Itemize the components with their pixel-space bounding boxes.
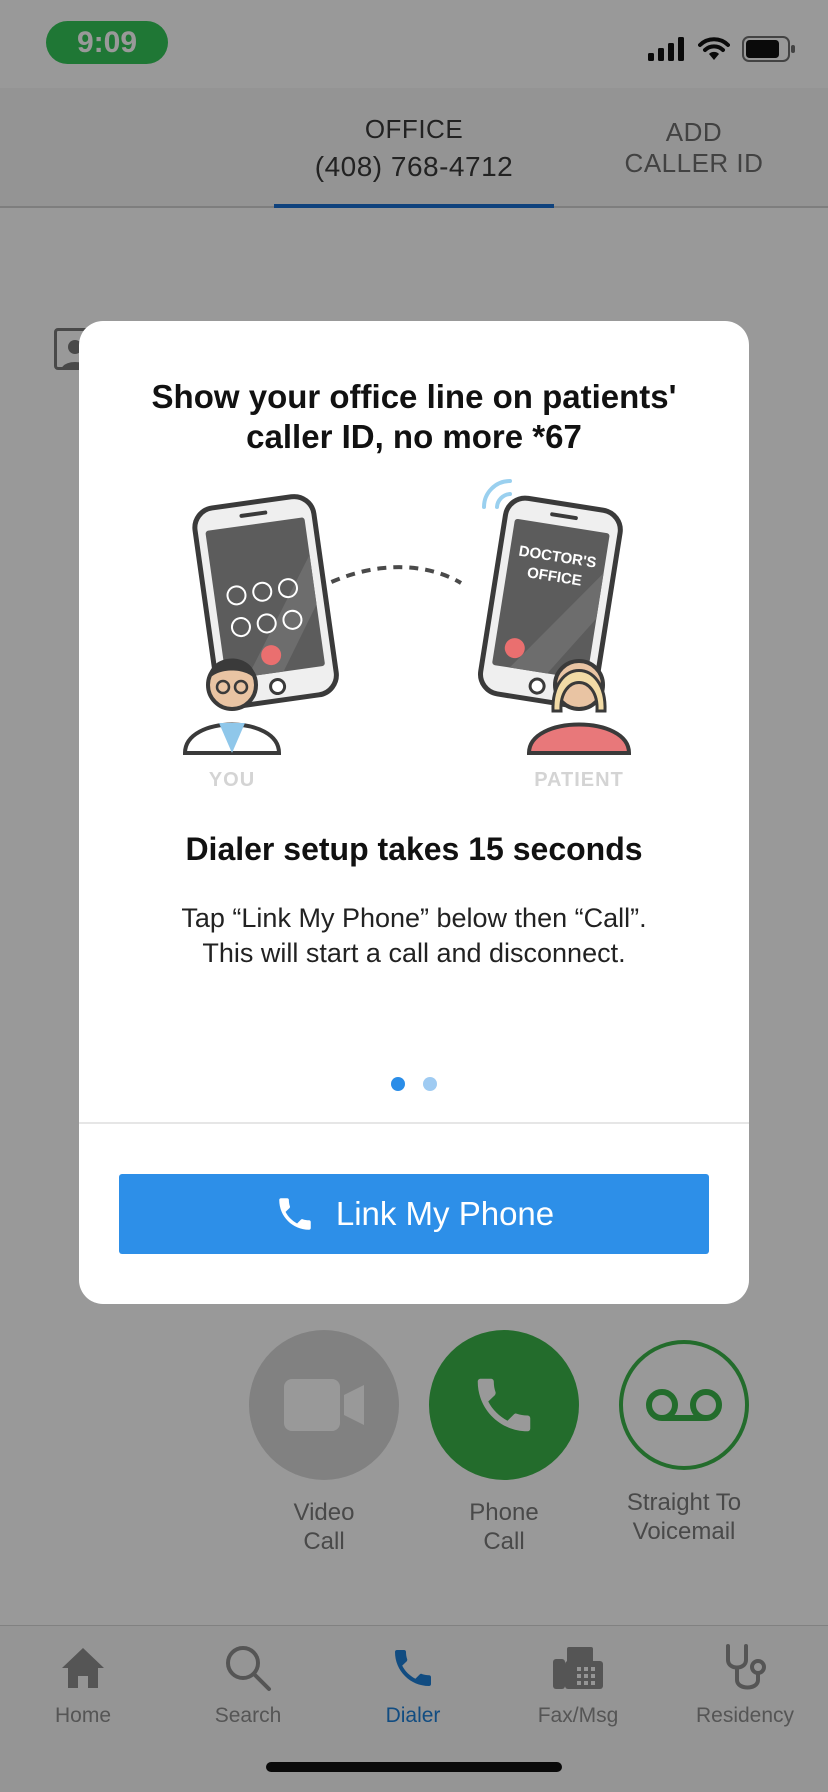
phone-icon <box>279 1198 311 1230</box>
modal-title-line-2: caller ID, no more *67 <box>246 418 582 455</box>
page-dot-2[interactable] <box>423 1077 437 1091</box>
link-phone-modal: Show your office line on patients' calle… <box>79 321 749 1304</box>
page-dot-1[interactable] <box>391 1077 405 1091</box>
patient-label: PATIENT <box>534 769 624 791</box>
modal-divider <box>79 1122 749 1124</box>
modal-title: Show your office line on patients' calle… <box>109 377 719 457</box>
modal-title-line-1: Show your office line on patients' <box>151 378 677 415</box>
you-label: YOU <box>209 769 255 791</box>
setup-title: Dialer setup takes 15 seconds <box>185 831 643 867</box>
setup-instructions: Tap “Link My Phone” below then “Call”. T… <box>109 901 719 971</box>
caller-id-illustration: YOU DOCTOR'S OFFICE PATIENT <box>182 479 632 791</box>
link-my-phone-button[interactable]: Link My Phone <box>119 1174 709 1254</box>
setup-instructions-line-1: Tap “Link My Phone” below then “Call”. <box>181 903 647 933</box>
signal-waves-icon <box>482 479 512 509</box>
page-indicator[interactable] <box>79 1077 749 1091</box>
setup-instructions-line-2: This will start a call and disconnect. <box>202 938 626 968</box>
link-my-phone-label: Link My Phone <box>335 1195 555 1232</box>
connection-line <box>316 565 463 591</box>
